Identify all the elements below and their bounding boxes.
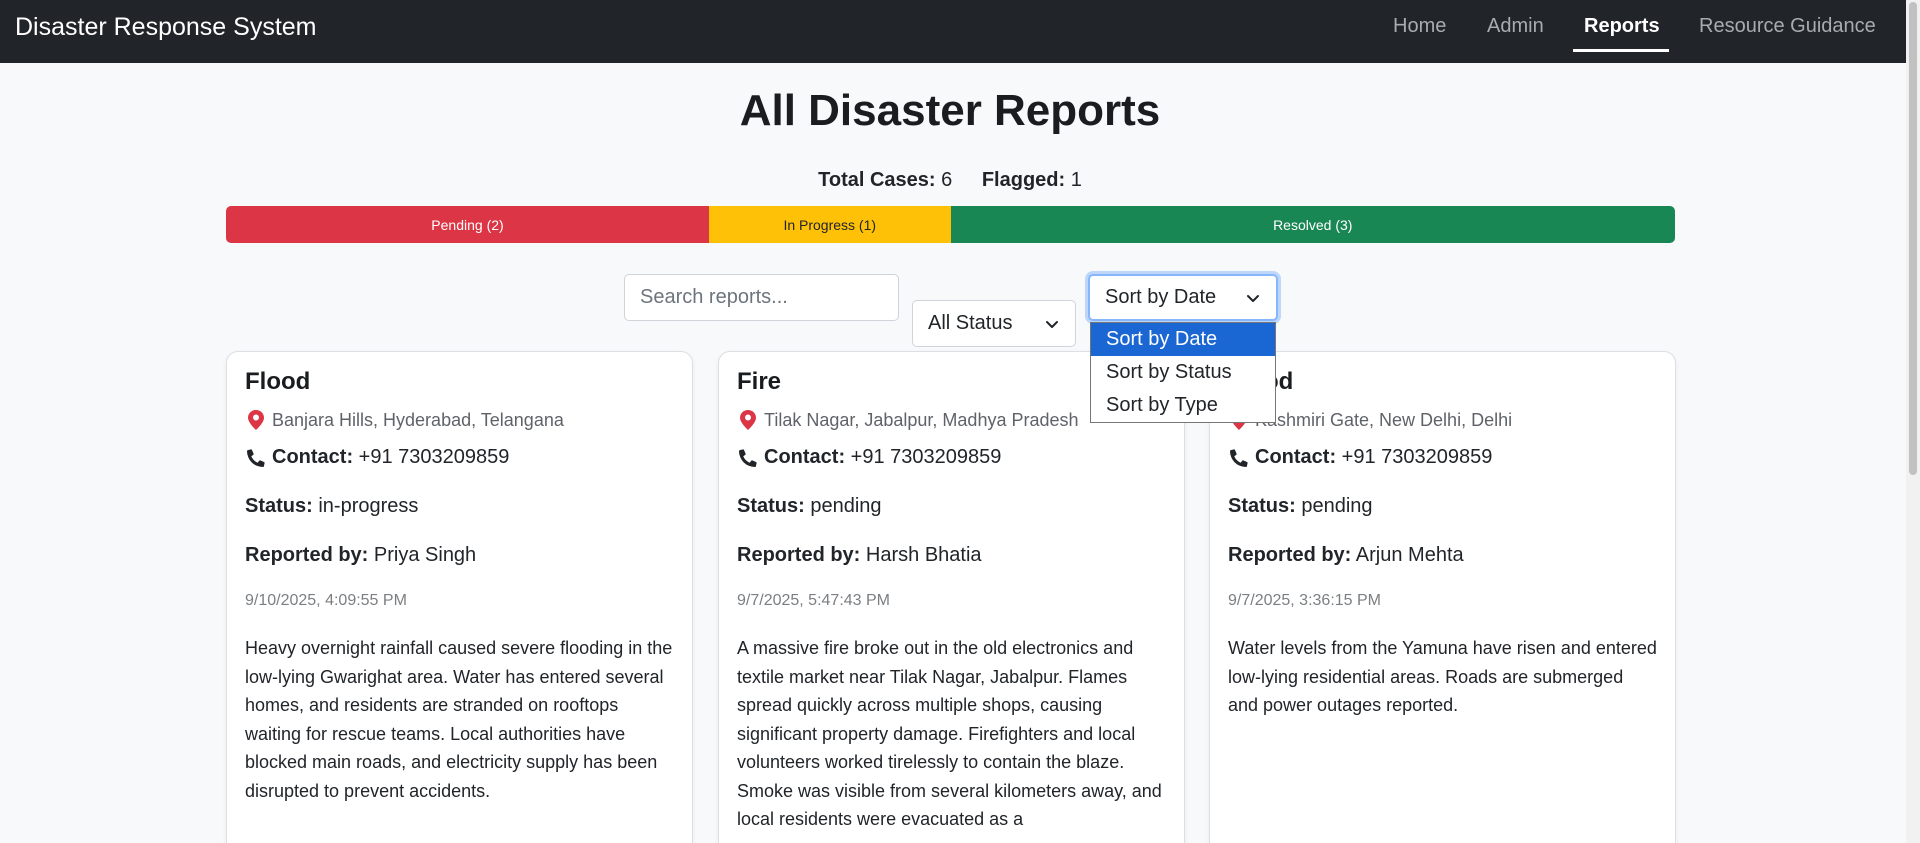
contact-value: +91 7303209859	[358, 446, 510, 468]
sort-dropdown-list: Sort by Date Sort by Status Sort by Type	[1090, 322, 1276, 423]
flagged-label: Flagged:	[981, 169, 1066, 191]
total-cases-label: Total Cases:	[818, 169, 936, 191]
report-date: 9/7/2025, 3:36:15 PM	[1228, 592, 1381, 609]
page-title: All Disaster Reports	[739, 86, 1161, 135]
total-cases: Total Cases: 6	[818, 169, 952, 191]
report-location: Banjara Hills, Hyderabad, Telangana	[245, 409, 674, 431]
report-type: Flood	[1228, 368, 1657, 399]
status-progress-bar: Pending (2) In Progress (1) Resolved (3)	[226, 206, 1675, 243]
reported-by-label: Reported by:	[245, 544, 369, 566]
sort-select-value: Sort by Date	[1105, 286, 1217, 308]
report-status: Status: in-progress	[245, 495, 674, 518]
phone-icon	[1228, 447, 1250, 469]
scrollbar-thumb[interactable]	[1909, 2, 1917, 475]
report-description: A massive fire broke out in the old elec…	[737, 638, 1162, 829]
report-location-text: Tilak Nagar, Jabalpur, Madhya Pradesh	[764, 409, 1079, 430]
phone-icon	[737, 447, 759, 469]
report-reporter: Reported by: Arjun Mehta	[1228, 544, 1657, 567]
sort-option-date[interactable]: Sort by Date	[1091, 323, 1275, 356]
report-location-text: Kashmiri Gate, New Delhi, Delhi	[1255, 409, 1513, 430]
reported-by-label: Reported by:	[737, 544, 861, 566]
status-filter-value: All Status	[928, 312, 1013, 334]
vertical-scrollbar[interactable]	[1906, 0, 1920, 843]
report-contact: Contact: +91 7303209859	[1228, 446, 1657, 469]
contact-label: Contact:	[272, 446, 354, 468]
status-value: in-progress	[318, 495, 419, 517]
report-status: Status: pending	[737, 495, 1166, 518]
report-date: 9/10/2025, 4:09:55 PM	[245, 592, 407, 609]
navbar: Disaster Response System Home Admin Repo…	[0, 0, 1906, 63]
flagged-cases: Flagged: 1	[982, 169, 1082, 191]
case-stats: Total Cases: 6 Flagged: 1	[0, 169, 1900, 192]
nav-home[interactable]: Home	[1393, 15, 1446, 38]
reporter-name: Harsh Bhatia	[865, 544, 982, 566]
contact-value: +91 7303209859	[850, 446, 1002, 468]
total-cases-value: 6	[941, 169, 953, 191]
sort-option-type[interactable]: Sort by Type	[1091, 389, 1275, 422]
report-location-text: Banjara Hills, Hyderabad, Telangana	[272, 409, 564, 430]
flagged-value: 1	[1070, 169, 1082, 191]
nav-active-indicator	[1573, 49, 1669, 52]
contact-value: +91 7303209859	[1341, 446, 1493, 468]
report-card[interactable]: Flood Kashmiri Gate, New Delhi, Delhi Co…	[1209, 351, 1676, 843]
report-contact: Contact: +91 7303209859	[737, 446, 1166, 469]
report-status: Status: pending	[1228, 495, 1657, 518]
status-value: pending	[1301, 495, 1373, 517]
progress-pending: Pending (2)	[226, 206, 709, 243]
report-card[interactable]: Flood Banjara Hills, Hyderabad, Telangan…	[226, 351, 693, 843]
status-value: pending	[810, 495, 882, 517]
nav-admin[interactable]: Admin	[1487, 15, 1544, 38]
contact-label: Contact:	[764, 446, 846, 468]
phone-icon	[245, 447, 267, 469]
report-location: Kashmiri Gate, New Delhi, Delhi	[1228, 409, 1657, 431]
progress-resolved: Resolved (3)	[950, 206, 1675, 243]
reporter-name: Arjun Mehta	[1355, 544, 1464, 566]
report-card[interactable]: Fire Tilak Nagar, Jabalpur, Madhya Prade…	[718, 351, 1185, 843]
report-contact: Contact: +91 7303209859	[245, 446, 674, 469]
chevron-down-icon	[1046, 320, 1058, 328]
map-pin-icon	[245, 409, 267, 431]
chevron-down-icon	[1247, 294, 1259, 302]
reported-by-label: Reported by:	[1228, 544, 1352, 566]
report-reporter: Reported by: Priya Singh	[245, 544, 674, 567]
status-label: Status:	[737, 495, 805, 517]
status-filter-select[interactable]: All Status	[912, 300, 1076, 347]
report-date: 9/7/2025, 5:47:43 PM	[737, 592, 890, 609]
report-type: Flood	[245, 368, 311, 395]
report-description: Heavy overnight rainfall caused severe f…	[245, 638, 673, 801]
contact-label: Contact:	[1255, 446, 1337, 468]
report-description: Water levels from the Yamuna have risen …	[1228, 638, 1657, 715]
sort-option-status[interactable]: Sort by Status	[1091, 356, 1275, 389]
status-label: Status:	[1228, 495, 1296, 517]
brand-title[interactable]: Disaster Response System	[15, 13, 317, 42]
progress-in-progress: In Progress (1)	[709, 206, 951, 243]
search-input[interactable]	[624, 274, 899, 321]
nav-resource-guidance[interactable]: Resource Guidance	[1699, 15, 1876, 38]
sort-select[interactable]: Sort by Date	[1088, 274, 1278, 321]
status-label: Status:	[245, 495, 313, 517]
nav-reports[interactable]: Reports	[1584, 15, 1660, 38]
map-pin-icon	[737, 409, 759, 431]
report-reporter: Reported by: Harsh Bhatia	[737, 544, 1166, 567]
reporter-name: Priya Singh	[373, 544, 477, 566]
